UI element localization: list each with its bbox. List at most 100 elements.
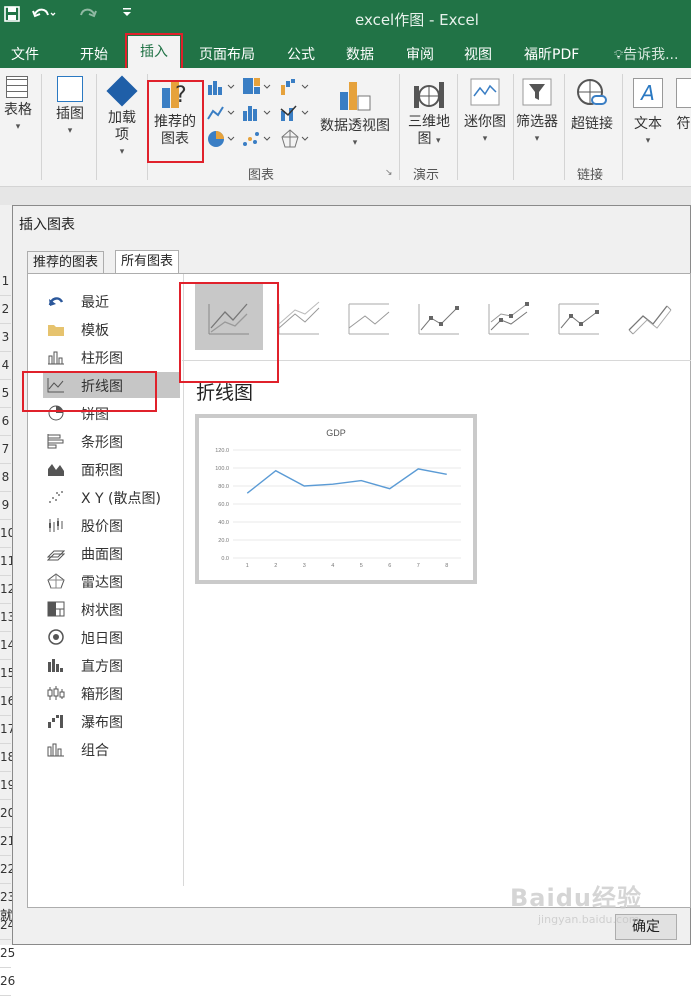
line-chart-button[interactable] — [206, 103, 236, 127]
row-number[interactable]: 26 — [0, 968, 11, 996]
percent-stacked-line-markers-icon — [545, 284, 613, 350]
symbols-button[interactable]: 符 — [676, 78, 691, 133]
row-number[interactable]: 14 — [0, 632, 11, 660]
column-chart-button[interactable] — [206, 77, 236, 101]
row-number[interactable]: 22 — [0, 856, 11, 884]
row-number[interactable]: 20 — [0, 800, 11, 828]
tab-foxit-pdf[interactable]: 福昕PDF — [524, 44, 579, 64]
row-number[interactable]: 17 — [0, 716, 11, 744]
pivotchart-button[interactable]: 数据透视图 ▾ — [316, 78, 394, 152]
row-number[interactable]: 19 — [0, 772, 11, 800]
chart-type-item[interactable]: 组合 — [43, 736, 180, 762]
chart-title: GDP — [326, 428, 346, 438]
row-number[interactable]: 11 — [0, 548, 11, 576]
pie-chart-button[interactable] — [206, 129, 236, 153]
row-number[interactable]: 1 — [0, 268, 11, 296]
tab-all-charts[interactable]: 所有图表 — [115, 250, 179, 275]
tab-view[interactable]: 视图 — [464, 44, 492, 64]
redo-icon[interactable] — [76, 6, 100, 26]
row-number[interactable]: 12 — [0, 576, 11, 604]
3d-map-button[interactable]: 三维地 图 ▾ — [404, 78, 454, 150]
chevron-down-icon: ▾ — [460, 131, 510, 148]
chart-type-label: 股价图 — [81, 516, 123, 536]
row-number[interactable]: 8 — [0, 464, 11, 492]
chart-type-item[interactable]: 瀑布图 — [43, 708, 180, 734]
x-tick-label: 1 — [246, 563, 249, 569]
statistic-chart-icon — [242, 103, 272, 123]
subtype-100-stacked-line[interactable] — [335, 284, 403, 350]
chart-type-item[interactable]: 雷达图 — [43, 568, 180, 594]
table-button[interactable]: 表格 ▾ — [0, 76, 36, 136]
combo-chart-button[interactable] — [280, 103, 310, 127]
chart-type-item[interactable]: 面积图 — [43, 456, 180, 482]
chart-type-item[interactable]: 旭日图 — [43, 624, 180, 650]
subtype-line-markers[interactable] — [405, 284, 473, 350]
chart-type-label: X Y (散点图) — [81, 488, 161, 508]
tab-home[interactable]: 开始 — [80, 44, 108, 64]
filters-button[interactable]: 筛选器 ▾ — [512, 78, 562, 148]
y-tick-label: 60.0 — [218, 502, 229, 508]
percent-stacked-line-icon — [335, 284, 403, 350]
symbols-icon — [676, 78, 691, 108]
chart-type-item[interactable]: 股价图 — [43, 512, 180, 538]
chart-type-label: 箱形图 — [81, 684, 123, 704]
chart-type-item[interactable]: 直方图 — [43, 652, 180, 678]
tab-review[interactable]: 审阅 — [406, 44, 434, 64]
tab-recommended-charts[interactable]: 推荐的图表 — [27, 251, 104, 274]
subtype-stacked-line-markers[interactable] — [475, 284, 543, 350]
chart-type-item[interactable]: 曲面图 — [43, 540, 180, 566]
undo-icon[interactable] — [32, 6, 56, 26]
illustrations-button[interactable]: 插图 ▾ — [50, 76, 90, 140]
tab-data[interactable]: 数据 — [346, 44, 374, 64]
text-button[interactable]: A 文本 ▾ — [626, 78, 670, 150]
chart-type-item[interactable]: 箱形图 — [43, 680, 180, 706]
chart-preview[interactable]: GDP 0.020.040.060.080.0100.0120.01234567… — [195, 414, 477, 584]
x-tick-label: 4 — [331, 563, 334, 569]
statistic-chart-button[interactable] — [242, 103, 272, 127]
tab-file[interactable]: 文件 — [11, 44, 39, 64]
tab-formulas[interactable]: 公式 — [287, 44, 315, 64]
y-tick-label: 100.0 — [215, 466, 229, 472]
customize-qat-icon[interactable] — [122, 6, 132, 21]
row-number[interactable]: 9 — [0, 492, 11, 520]
chart-type-item[interactable]: X Y (散点图) — [43, 484, 180, 510]
row-number[interactable]: 25 — [0, 940, 11, 968]
dialog-launcher-icon[interactable]: ↘ — [385, 168, 393, 178]
chart-type-item[interactable]: 条形图 — [43, 428, 180, 454]
waterfall-chart-button[interactable] — [280, 77, 310, 101]
row-number[interactable]: 2 — [0, 296, 11, 324]
line-chart-icon — [206, 103, 236, 123]
highlight-recommended-charts — [147, 80, 204, 163]
globe-icon — [412, 78, 446, 110]
row-number[interactable]: 18 — [0, 744, 11, 772]
row-number[interactable]: 16 — [0, 688, 11, 716]
row-number[interactable]: 4 — [0, 352, 11, 380]
save-icon[interactable] — [4, 6, 20, 26]
scatter-chart-button[interactable] — [242, 129, 272, 153]
x-tick-label: 3 — [303, 563, 306, 569]
row-number[interactable]: 3 — [0, 324, 11, 352]
row-number[interactable]: 7 — [0, 436, 11, 464]
tell-me-search[interactable]: 💡︎告诉我... — [614, 44, 678, 64]
chart-type-item[interactable]: 模板 — [43, 316, 180, 342]
chart-type-label: 旭日图 — [81, 628, 123, 648]
row-number[interactable]: 6 — [0, 408, 11, 436]
addins-button[interactable]: 加载 项 ▾ — [102, 76, 142, 161]
row-number[interactable]: 21 — [0, 828, 11, 856]
chart-type-item[interactable]: 最近 — [43, 288, 180, 314]
chart-type-item[interactable]: 柱形图 — [43, 344, 180, 370]
sparklines-button[interactable]: 迷你图 ▾ — [460, 78, 510, 148]
radar-chart-button[interactable] — [280, 129, 310, 153]
row-number[interactable]: 13 — [0, 604, 11, 632]
chart-type-item[interactable]: 树状图 — [43, 596, 180, 622]
tab-page-layout[interactable]: 页面布局 — [199, 44, 255, 64]
subtype-100-stacked-line-markers[interactable] — [545, 284, 613, 350]
subtype-3d-line[interactable] — [615, 284, 683, 350]
highlight-line-chart-type — [22, 371, 157, 412]
illustrations-icon — [57, 76, 83, 102]
row-number[interactable]: 15 — [0, 660, 11, 688]
row-number[interactable]: 5 — [0, 380, 11, 408]
row-number[interactable]: 10 — [0, 520, 11, 548]
hyperlink-button[interactable]: 超链接 — [566, 78, 618, 133]
hierarchy-chart-button[interactable] — [242, 77, 272, 101]
